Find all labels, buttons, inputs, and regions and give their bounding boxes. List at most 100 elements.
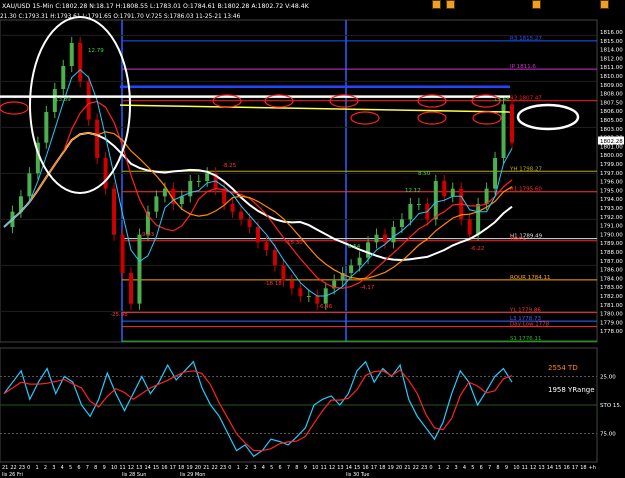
time-tick-25: 22: [212, 465, 218, 471]
level-label-4: R1 1795.60: [510, 187, 542, 193]
time-tick-21: 18: [178, 465, 184, 471]
osc-tick-75: 75.00: [600, 432, 616, 438]
annotation-label-12: -6.22: [470, 246, 484, 252]
candle-body-12: [103, 158, 108, 189]
candle-body-47: [399, 219, 404, 227]
price-tick-18: 1795.00: [600, 188, 623, 194]
time-tick-20: 17: [170, 465, 176, 471]
price-tick-10: 1805.00: [600, 118, 623, 124]
annotation-label-0: 12.79: [88, 48, 104, 54]
annotation-label-3: -8.25: [222, 163, 237, 169]
candle-body-10: [86, 81, 91, 120]
price-tick-9: 1806.00: [600, 109, 623, 115]
price-tick-33: 1779.00: [600, 320, 623, 326]
price-tick-5: 1810.00: [600, 74, 623, 80]
candle-body-8: [69, 43, 74, 66]
candle-body-53: [450, 188, 455, 197]
osc-tick-mid: STO 15.: [600, 403, 622, 409]
price-tick-25: 1788.00: [600, 250, 623, 256]
candle-body-49: [416, 204, 421, 205]
candle-body-3: [27, 173, 32, 197]
time-tick-43: 16: [362, 465, 368, 471]
candle-body-57: [484, 188, 489, 204]
touch-marker-0: [0, 101, 29, 115]
price-tick-24: 1789.00: [600, 241, 623, 247]
price-tick-8: 1807.50: [600, 100, 623, 106]
window-title: XAU/USD 15-Min C:1802.28 N:18.17 H:1808.…: [2, 3, 310, 10]
time-tick-41: 14: [346, 465, 352, 471]
time-tick-7: 4: [61, 465, 64, 471]
osc-label-td: 2554 TD: [548, 364, 578, 372]
time-tick-2: 23: [19, 465, 25, 471]
time-tick-59: 8: [496, 465, 499, 471]
time-tick-11: 8: [94, 465, 97, 471]
level-label-1: IP 1811.6: [510, 64, 536, 70]
price-tick-0: 1816.00: [600, 30, 623, 36]
candle-body-16: [137, 234, 142, 304]
highlight-ellipse-right: [516, 103, 580, 131]
price-tick-7: 1808.00: [600, 92, 623, 98]
candle-body-58: [493, 158, 498, 189]
time-tick-35: 8: [295, 465, 298, 471]
annotation-label-7: -15.30: [285, 240, 303, 246]
candle-body-51: [433, 181, 438, 220]
annotation-label-4: -18.18: [264, 281, 282, 287]
candle-body-48: [408, 204, 413, 220]
price-tick-21: 1792.00: [600, 215, 623, 221]
candle-body-44: [374, 234, 379, 243]
time-tick-66: 15: [555, 465, 561, 471]
level-label-7: ROUR 1784.11: [510, 275, 551, 281]
price-tick-34: 1778.00: [600, 329, 623, 335]
time-tick-3: 0: [27, 465, 30, 471]
candle-body-5: [44, 112, 49, 143]
candle-body-45: [383, 234, 387, 243]
restore-button[interactable]: [446, 0, 455, 9]
time-tick-55: 4: [463, 465, 466, 471]
time-tick-70: +h: [589, 465, 596, 471]
time-tick-52: 1: [438, 465, 441, 471]
time-tick-16: 13: [136, 465, 142, 471]
candle-body-9: [78, 43, 83, 82]
time-tick-45: 18: [379, 465, 385, 471]
time-tick-10: 7: [86, 465, 89, 471]
candle-body-24: [205, 173, 210, 181]
time-tick-47: 20: [396, 465, 402, 471]
price-chart[interactable]: XAU/USD 15-Min C:1802.28 N:18.17 H:1808.…: [0, 0, 625, 478]
minimize-button[interactable]: [432, 0, 441, 9]
time-tick-29: 2: [245, 465, 248, 471]
time-tick-5: 2: [44, 465, 47, 471]
time-tick-1: 22: [10, 465, 16, 471]
candle-body-26: [222, 188, 227, 204]
time-tick-23: 20: [195, 465, 201, 471]
candle-body-19: [162, 188, 167, 197]
time-tick-51: 0: [429, 465, 432, 471]
time-tick-42: 15: [354, 465, 360, 471]
time-tick-15: 12: [128, 465, 134, 471]
time-tick-61: 10: [513, 465, 519, 471]
time-tick-60: 9: [505, 465, 508, 471]
candle-body-14: [120, 234, 125, 273]
candle-body-41: [349, 265, 354, 273]
time-tick-32: 5: [270, 465, 273, 471]
touch-marker-6: [350, 111, 380, 125]
annotation-label-6: -25.98: [110, 312, 128, 318]
touch-marker-7: [417, 111, 447, 125]
time-tick-8: 5: [69, 465, 72, 471]
price-tick-17: 1796.00: [600, 180, 623, 186]
price-tick-13: 1801.00: [600, 144, 623, 150]
close-button[interactable]: [600, 0, 609, 9]
time-tick-37: 10: [312, 465, 318, 471]
annotation-label-10: 12.12: [405, 188, 421, 194]
settings-button[interactable]: [532, 0, 541, 9]
price-tick-32: 1780.00: [600, 312, 623, 318]
candle-body-28: [239, 211, 244, 220]
candle-body-37: [315, 296, 320, 304]
time-tick-24: 21: [203, 465, 209, 471]
price-tick-23: 1790.00: [600, 232, 623, 238]
candle-body-36: [306, 296, 311, 297]
candle-body-23: [196, 181, 201, 182]
candle-body-46: [391, 227, 396, 243]
annotation-label-1: 13.89: [55, 97, 71, 103]
time-tick-57: 6: [480, 465, 483, 471]
level-label-10: Day Low 1778: [510, 322, 550, 328]
